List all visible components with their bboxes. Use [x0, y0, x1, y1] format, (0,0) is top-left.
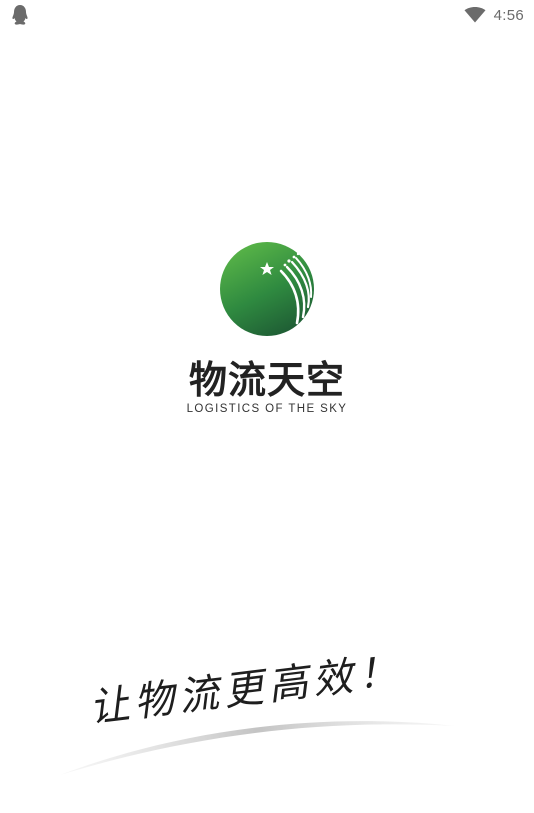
- wifi-icon: [464, 7, 486, 23]
- brand-tagline: LOGISTICS OF THE SKY: [186, 403, 348, 415]
- slogan-block: 让物流更高效！: [55, 640, 465, 790]
- status-bar: 4:56: [0, 0, 534, 30]
- status-right-group: 4:56: [464, 4, 524, 26]
- brand-name: 物流天空: [188, 358, 345, 402]
- logo-globe-icon: [220, 242, 314, 336]
- qq-penguin-icon: [12, 5, 28, 25]
- app-logo: [219, 241, 315, 337]
- status-time: 4:56: [493, 6, 524, 24]
